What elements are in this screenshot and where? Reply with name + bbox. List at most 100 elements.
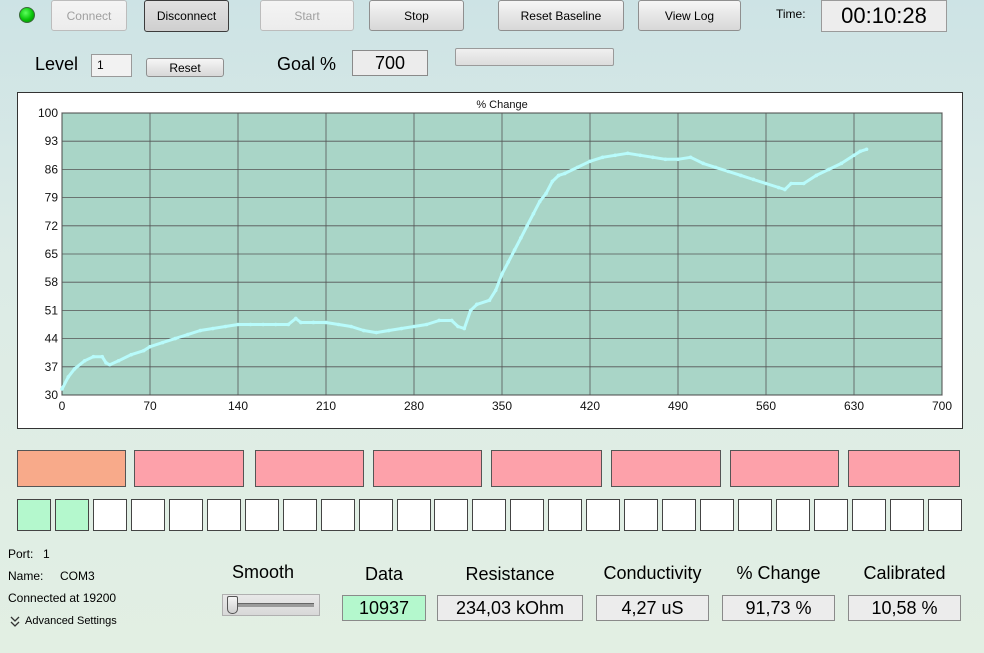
data-point <box>519 236 523 240</box>
y-tick-label: 65 <box>45 247 59 261</box>
data-point <box>412 324 416 329</box>
data-point <box>91 354 96 359</box>
percent-change-chart: 30 37 44 51 58 65 72 79 86 93 100 0 70 140 210 280 350 42… <box>38 99 952 413</box>
data-point <box>613 153 617 158</box>
data-point <box>286 322 291 327</box>
data-point <box>713 165 718 170</box>
y-tick-label: 58 <box>45 275 59 289</box>
progress-square <box>662 499 696 531</box>
level-label: Level <box>35 54 79 74</box>
data-point <box>116 358 121 363</box>
data-point <box>575 165 580 170</box>
data-point <box>223 324 228 329</box>
status-box <box>255 450 364 487</box>
data-point <box>852 153 856 158</box>
time-label: Time: <box>776 7 806 21</box>
start-button[interactable]: Start <box>260 0 354 31</box>
data-point <box>468 308 473 313</box>
progress-square <box>890 499 924 531</box>
data-point <box>864 147 869 152</box>
stop-button[interactable]: Stop <box>369 0 464 31</box>
data-point <box>324 320 328 325</box>
smooth-slider-thumb[interactable] <box>227 596 238 614</box>
x-tick-label: 700 <box>932 399 952 413</box>
data-point <box>764 181 768 186</box>
y-tick-label: 93 <box>45 134 59 148</box>
data-point <box>651 155 655 160</box>
data-point <box>437 318 441 323</box>
data-point <box>299 320 303 325</box>
data-point <box>399 326 404 331</box>
y-tick-label: 86 <box>45 162 59 176</box>
data-point <box>424 322 429 327</box>
x-tick-label: 350 <box>492 399 512 413</box>
status-box <box>491 450 602 487</box>
data-point <box>294 316 298 321</box>
data-point <box>311 320 316 325</box>
disconnect-button[interactable]: Disconnect <box>144 0 229 32</box>
data-point <box>104 360 108 365</box>
x-tick-label: 490 <box>668 399 688 413</box>
x-tick-label: 630 <box>844 399 864 413</box>
connection-status-text: Connected at 19200 <box>8 591 117 605</box>
progress-square <box>472 499 506 531</box>
y-tick-label: 30 <box>45 388 59 402</box>
view-log-button[interactable]: View Log <box>638 0 741 31</box>
data-point <box>537 199 542 204</box>
data-point <box>783 187 787 192</box>
advanced-settings-toggle[interactable]: Advanced Settings <box>10 615 117 627</box>
goal-label: Goal % <box>277 54 337 74</box>
progress-square <box>245 499 279 531</box>
progress-square <box>738 499 772 531</box>
data-value: 10937 <box>342 595 426 621</box>
data-point <box>588 159 592 164</box>
progress-square <box>55 499 89 531</box>
data-point <box>751 177 756 182</box>
progress-square <box>169 499 203 531</box>
connect-button[interactable]: Connect <box>51 0 127 31</box>
data-point <box>600 155 605 160</box>
double-chevron-down-icon <box>10 616 20 627</box>
progress-square <box>814 499 848 531</box>
x-tick-label: 560 <box>756 399 776 413</box>
data-point <box>487 298 492 303</box>
calibrated-value: 10,58 % <box>848 595 961 621</box>
x-tick-label: 0 <box>59 399 66 413</box>
level-reset-button[interactable]: Reset <box>146 58 224 77</box>
data-point <box>72 367 77 371</box>
port-value: 1 <box>43 547 50 561</box>
port-label: Port: <box>8 547 34 561</box>
data-point <box>349 324 353 329</box>
progress-square <box>548 499 582 531</box>
progress-square <box>928 499 962 531</box>
data-point <box>160 340 165 345</box>
data-point <box>361 328 366 333</box>
progress-square <box>434 499 468 531</box>
conductivity-label: Conductivity <box>603 563 702 583</box>
level-input[interactable]: 1 <box>91 54 132 77</box>
data-point <box>726 169 731 174</box>
data-point <box>185 332 190 337</box>
data-point <box>663 157 668 162</box>
y-tick-label: 51 <box>45 303 59 317</box>
progress-square <box>510 499 544 531</box>
progress-square <box>624 499 658 531</box>
data-point <box>236 322 240 327</box>
data-point <box>827 167 831 172</box>
progress-square <box>131 499 165 531</box>
y-tick-label: 72 <box>45 219 59 233</box>
reset-baseline-button[interactable]: Reset Baseline <box>498 0 624 31</box>
connection-status-led <box>19 7 35 23</box>
data-point <box>129 352 133 357</box>
data-point <box>506 260 511 264</box>
data-label: Data <box>364 564 404 584</box>
data-point <box>198 328 203 333</box>
data-point <box>563 171 567 176</box>
goal-value-field[interactable]: 700 <box>352 50 428 76</box>
y-tick-label: 100 <box>38 106 58 120</box>
data-point <box>66 375 71 379</box>
data-point <box>82 358 87 363</box>
data-point <box>336 322 341 327</box>
data-point <box>739 173 743 178</box>
status-box <box>17 450 126 487</box>
